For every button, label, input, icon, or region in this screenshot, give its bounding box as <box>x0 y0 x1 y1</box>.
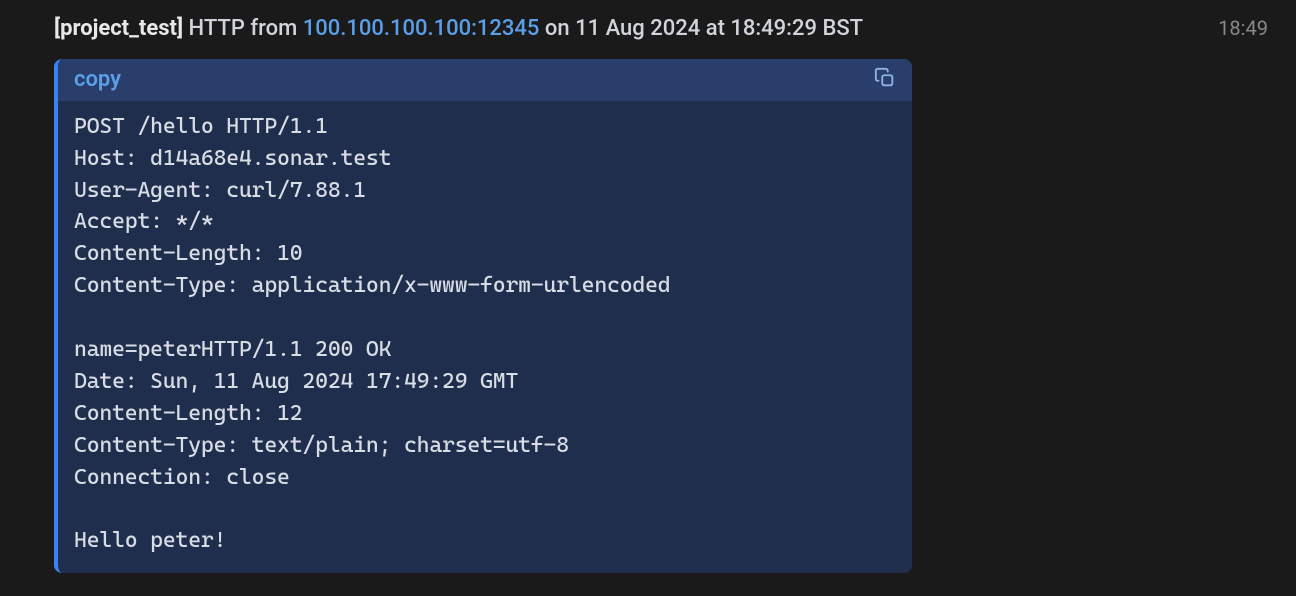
code-block-header: copy <box>58 59 912 101</box>
header-title-line: [project_test] HTTP from 100.100.100.100… <box>54 14 863 45</box>
code-content[interactable]: POST /hello HTTP/1.1 Host: d14a68e4.sona… <box>58 101 912 573</box>
message-container: [project_test] HTTP from 100.100.100.100… <box>0 0 1296 593</box>
code-block: copy POST /hello HTTP/1.1 Host: d14a68e4… <box>54 59 912 573</box>
project-label: [project_test] <box>54 16 183 41</box>
source-ip-link[interactable]: 100.100.100.100:12345 <box>303 16 540 41</box>
date-text: on 11 Aug 2024 at 18:49:29 BST <box>539 16 863 41</box>
copy-icon[interactable] <box>874 67 896 93</box>
timestamp: 18:49 <box>1218 14 1268 42</box>
copy-button[interactable]: copy <box>74 67 121 92</box>
protocol-text: HTTP from <box>183 16 303 41</box>
message-header: [project_test] HTTP from 100.100.100.100… <box>54 14 1268 45</box>
